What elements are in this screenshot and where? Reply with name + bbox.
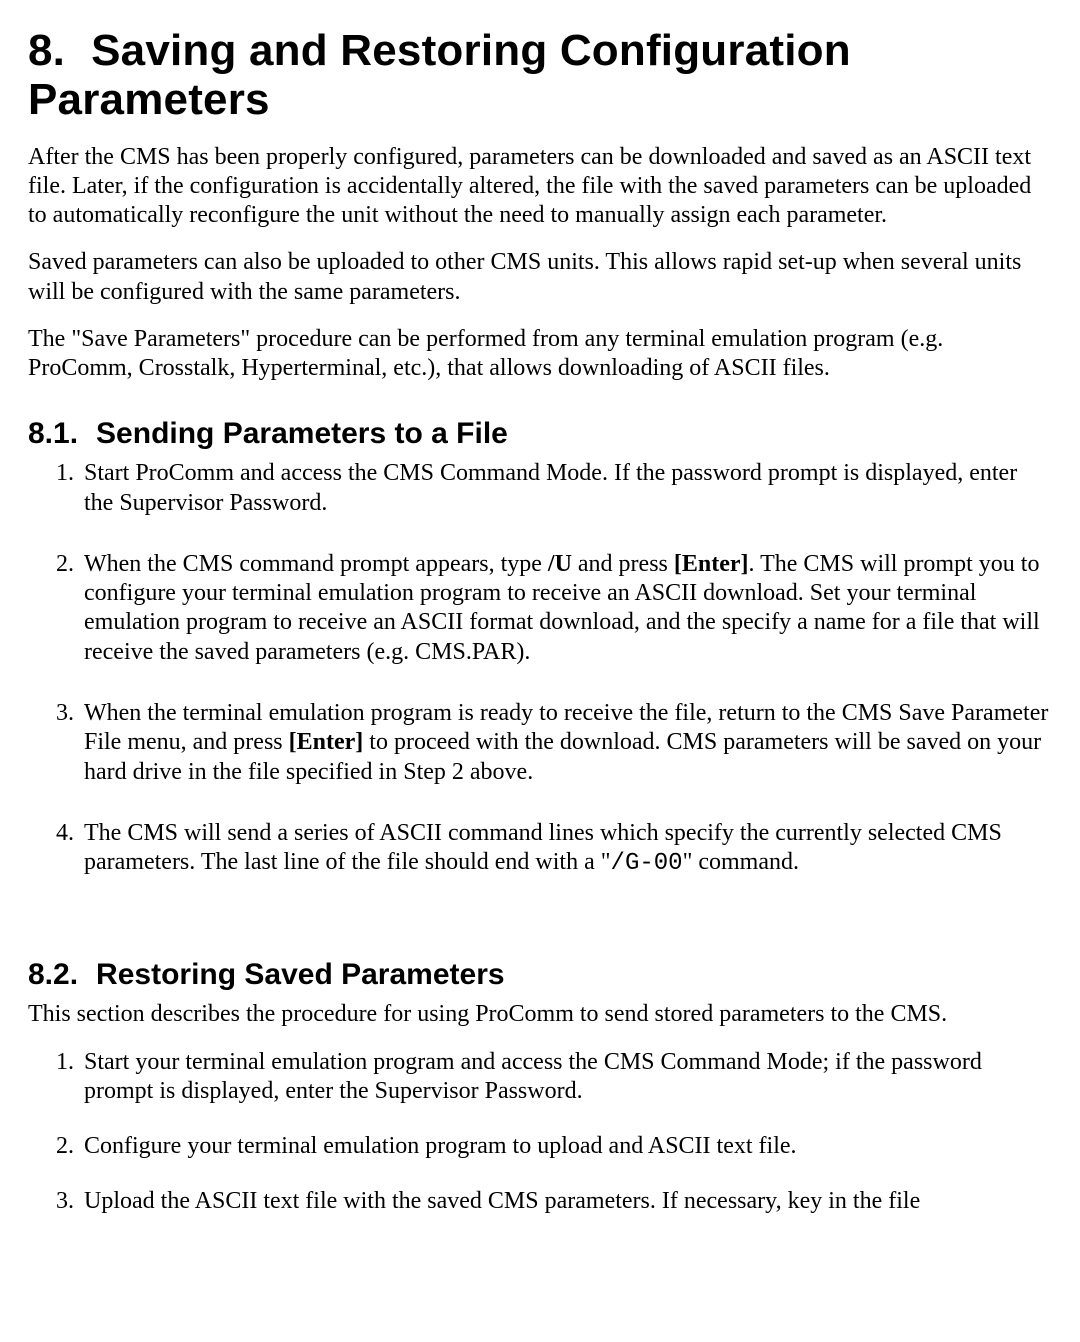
list-item-text: Upload the ASCII text file with the save… [84, 1188, 920, 1214]
intro-paragraph-2: Saved parameters can also be uploaded to… [28, 248, 1052, 307]
section-82-title: Restoring Saved Parameters [96, 958, 505, 991]
list-item: Upload the ASCII text file with the save… [80, 1187, 1052, 1216]
intro-paragraph-1: After the CMS has been properly configur… [28, 143, 1052, 231]
code-text: /G-00 [611, 850, 683, 877]
section-81-number: 8.1. [28, 417, 78, 450]
list-item-text: " command. [683, 849, 799, 875]
section-81-title: Sending Parameters to a File [96, 417, 508, 450]
section-82-heading: 8.2. Restoring Saved Parameters [28, 958, 1052, 992]
list-item-text: The CMS will send a series of ASCII comm… [84, 820, 1002, 875]
key-name: [Enter] [674, 551, 749, 577]
document-page: 8.Saving and Restoring Configuration Par… [0, 0, 1080, 1283]
section-82-number: 8.2. [28, 958, 78, 991]
chapter-text: Saving and Restoring Configuration Param… [28, 26, 851, 124]
section-81-heading: 8.1. Sending Parameters to a File [28, 417, 1052, 451]
chapter-number: 8. [28, 26, 65, 75]
section-82-lead: This section describes the procedure for… [28, 1000, 1052, 1029]
key-name: [Enter] [289, 729, 364, 755]
list-item: When the terminal emulation program is r… [80, 699, 1052, 787]
list-item-text: and press [572, 551, 674, 577]
section-82-list: Start your terminal emulation program an… [40, 1048, 1052, 1217]
command-text: /U [548, 551, 572, 577]
list-item-text: Start your terminal emulation program an… [84, 1049, 982, 1104]
list-item: When the CMS command prompt appears, typ… [80, 550, 1052, 667]
chapter-title: 8.Saving and Restoring Configuration Par… [28, 26, 1052, 125]
section-81-list: Start ProComm and access the CMS Command… [40, 459, 1052, 878]
list-item: Configure your terminal emulation progra… [80, 1132, 1052, 1161]
list-item-text: Start ProComm and access the CMS Command… [84, 460, 1017, 515]
intro-paragraph-3: The "Save Parameters" procedure can be p… [28, 325, 1052, 384]
list-item: Start your terminal emulation program an… [80, 1048, 1052, 1107]
list-item: The CMS will send a series of ASCII comm… [80, 819, 1052, 879]
list-item: Start ProComm and access the CMS Command… [80, 459, 1052, 518]
list-item-text: Configure your terminal emulation progra… [84, 1133, 797, 1159]
list-item-text: When the CMS command prompt appears, typ… [84, 551, 548, 577]
